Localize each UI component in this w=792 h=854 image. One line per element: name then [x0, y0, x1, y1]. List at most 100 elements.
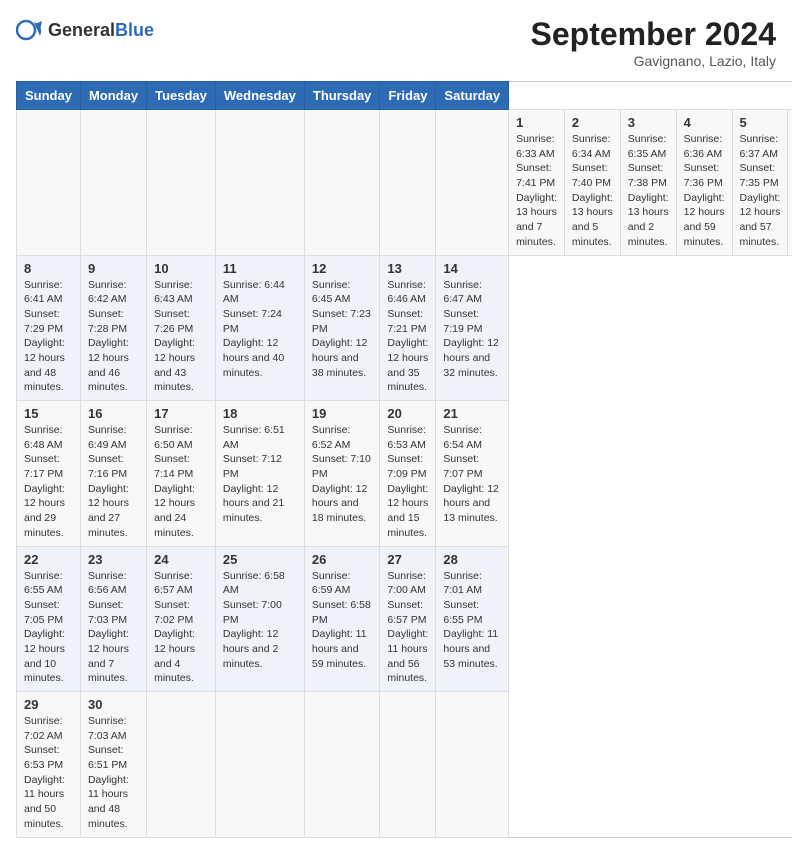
- daylight-label: Daylight: 11 hours and 50 minutes.: [24, 774, 65, 830]
- sunset-label: Sunset: 6:55 PM: [443, 599, 482, 626]
- table-row: 22 Sunrise: 6:55 AM Sunset: 7:05 PM Dayl…: [17, 546, 81, 692]
- sunrise-label: Sunrise: 6:49 AM: [88, 424, 127, 451]
- day-info: Sunrise: 6:43 AM Sunset: 7:26 PM Dayligh…: [154, 278, 208, 396]
- daylight-label: Daylight: 12 hours and 24 minutes.: [154, 483, 195, 539]
- sunset-label: Sunset: 7:26 PM: [154, 308, 193, 335]
- table-row: 30 Sunrise: 7:03 AM Sunset: 6:51 PM Dayl…: [80, 692, 146, 838]
- sunrise-label: Sunrise: 6:42 AM: [88, 279, 127, 306]
- daylight-label: Daylight: 11 hours and 53 minutes.: [443, 628, 498, 669]
- calendar-week-row: 15 Sunrise: 6:48 AM Sunset: 7:17 PM Dayl…: [17, 401, 792, 547]
- day-info: Sunrise: 6:47 AM Sunset: 7:19 PM Dayligh…: [443, 278, 501, 381]
- sunrise-label: Sunrise: 6:35 AM: [628, 133, 667, 160]
- calendar-week-row: 1 Sunrise: 6:33 AM Sunset: 7:41 PM Dayli…: [17, 110, 792, 256]
- table-row: [436, 692, 509, 838]
- sunset-label: Sunset: 7:02 PM: [154, 599, 193, 626]
- table-row: 16 Sunrise: 6:49 AM Sunset: 7:16 PM Dayl…: [80, 401, 146, 547]
- sunrise-label: Sunrise: 6:52 AM: [312, 424, 351, 451]
- day-number: 5: [740, 115, 781, 130]
- daylight-label: Daylight: 12 hours and 29 minutes.: [24, 483, 65, 539]
- day-number: 23: [88, 552, 139, 567]
- day-number: 11: [223, 261, 297, 276]
- day-info: Sunrise: 6:50 AM Sunset: 7:14 PM Dayligh…: [154, 423, 208, 541]
- day-info: Sunrise: 6:42 AM Sunset: 7:28 PM Dayligh…: [88, 278, 139, 396]
- daylight-label: Daylight: 12 hours and 35 minutes.: [387, 337, 428, 393]
- day-info: Sunrise: 6:58 AM Sunset: 7:00 PM Dayligh…: [223, 569, 297, 672]
- table-row: 17 Sunrise: 6:50 AM Sunset: 7:14 PM Dayl…: [147, 401, 216, 547]
- table-row: 26 Sunrise: 6:59 AM Sunset: 6:58 PM Dayl…: [304, 546, 380, 692]
- daylight-label: Daylight: 13 hours and 7 minutes.: [516, 192, 557, 248]
- sunset-label: Sunset: 7:12 PM: [223, 453, 282, 480]
- table-row: [80, 110, 146, 256]
- sunset-label: Sunset: 7:40 PM: [572, 162, 611, 189]
- table-row: 11 Sunrise: 6:44 AM Sunset: 7:24 PM Dayl…: [215, 255, 304, 401]
- day-info: Sunrise: 6:53 AM Sunset: 7:09 PM Dayligh…: [387, 423, 428, 541]
- calendar-header-row: Sunday Monday Tuesday Wednesday Thursday…: [17, 82, 792, 110]
- sunrise-label: Sunrise: 6:47 AM: [443, 279, 482, 306]
- daylight-label: Daylight: 11 hours and 48 minutes.: [88, 774, 129, 830]
- sunset-label: Sunset: 6:58 PM: [312, 599, 371, 626]
- table-row: 10 Sunrise: 6:43 AM Sunset: 7:26 PM Dayl…: [147, 255, 216, 401]
- table-row: 20 Sunrise: 6:53 AM Sunset: 7:09 PM Dayl…: [380, 401, 436, 547]
- sunset-label: Sunset: 7:16 PM: [88, 453, 127, 480]
- table-row: 29 Sunrise: 7:02 AM Sunset: 6:53 PM Dayl…: [17, 692, 81, 838]
- table-row: [147, 110, 216, 256]
- table-row: 21 Sunrise: 6:54 AM Sunset: 7:07 PM Dayl…: [436, 401, 509, 547]
- sunrise-label: Sunrise: 6:45 AM: [312, 279, 351, 306]
- day-number: 18: [223, 406, 297, 421]
- table-row: [304, 110, 380, 256]
- col-saturday: Saturday: [436, 82, 509, 110]
- day-number: 21: [443, 406, 501, 421]
- sunrise-label: Sunrise: 6:56 AM: [88, 570, 127, 597]
- sunrise-label: Sunrise: 6:54 AM: [443, 424, 482, 451]
- day-info: Sunrise: 6:33 AM Sunset: 7:41 PM Dayligh…: [516, 132, 557, 250]
- table-row: 27 Sunrise: 7:00 AM Sunset: 6:57 PM Dayl…: [380, 546, 436, 692]
- sunset-label: Sunset: 7:05 PM: [24, 599, 63, 626]
- col-thursday: Thursday: [304, 82, 380, 110]
- sunset-label: Sunset: 7:09 PM: [387, 453, 426, 480]
- sunset-label: Sunset: 7:36 PM: [684, 162, 723, 189]
- table-row: 19 Sunrise: 6:52 AM Sunset: 7:10 PM Dayl…: [304, 401, 380, 547]
- day-number: 2: [572, 115, 613, 130]
- daylight-label: Daylight: 12 hours and 18 minutes.: [312, 483, 367, 524]
- day-info: Sunrise: 6:59 AM Sunset: 6:58 PM Dayligh…: [312, 569, 373, 672]
- sunset-label: Sunset: 7:07 PM: [443, 453, 482, 480]
- sunrise-label: Sunrise: 7:03 AM: [88, 715, 127, 742]
- daylight-label: Daylight: 12 hours and 59 minutes.: [684, 192, 725, 248]
- sunset-label: Sunset: 7:19 PM: [443, 308, 482, 335]
- daylight-label: Daylight: 12 hours and 32 minutes.: [443, 337, 498, 378]
- day-number: 29: [24, 697, 73, 712]
- day-info: Sunrise: 7:02 AM Sunset: 6:53 PM Dayligh…: [24, 714, 73, 832]
- day-info: Sunrise: 6:45 AM Sunset: 7:23 PM Dayligh…: [312, 278, 373, 381]
- table-row: 23 Sunrise: 6:56 AM Sunset: 7:03 PM Dayl…: [80, 546, 146, 692]
- sunset-label: Sunset: 7:35 PM: [740, 162, 779, 189]
- day-number: 15: [24, 406, 73, 421]
- location-subtitle: Gavignano, Lazio, Italy: [531, 53, 776, 69]
- calendar-week-row: 8 Sunrise: 6:41 AM Sunset: 7:29 PM Dayli…: [17, 255, 792, 401]
- sunrise-label: Sunrise: 6:34 AM: [572, 133, 611, 160]
- table-row: 24 Sunrise: 6:57 AM Sunset: 7:02 PM Dayl…: [147, 546, 216, 692]
- day-number: 25: [223, 552, 297, 567]
- daylight-label: Daylight: 13 hours and 5 minutes.: [572, 192, 613, 248]
- day-info: Sunrise: 6:36 AM Sunset: 7:36 PM Dayligh…: [684, 132, 725, 250]
- table-row: 14 Sunrise: 6:47 AM Sunset: 7:19 PM Dayl…: [436, 255, 509, 401]
- daylight-label: Daylight: 12 hours and 27 minutes.: [88, 483, 129, 539]
- daylight-label: Daylight: 12 hours and 43 minutes.: [154, 337, 195, 393]
- table-row: 28 Sunrise: 7:01 AM Sunset: 6:55 PM Dayl…: [436, 546, 509, 692]
- table-row: 3 Sunrise: 6:35 AM Sunset: 7:38 PM Dayli…: [620, 110, 676, 256]
- day-number: 14: [443, 261, 501, 276]
- sunrise-label: Sunrise: 6:58 AM: [223, 570, 285, 597]
- table-row: 1 Sunrise: 6:33 AM Sunset: 7:41 PM Dayli…: [509, 110, 565, 256]
- day-number: 13: [387, 261, 428, 276]
- daylight-label: Daylight: 12 hours and 13 minutes.: [443, 483, 498, 524]
- day-info: Sunrise: 6:57 AM Sunset: 7:02 PM Dayligh…: [154, 569, 208, 687]
- day-number: 28: [443, 552, 501, 567]
- table-row: [304, 692, 380, 838]
- day-number: 30: [88, 697, 139, 712]
- day-info: Sunrise: 7:00 AM Sunset: 6:57 PM Dayligh…: [387, 569, 428, 687]
- sunset-label: Sunset: 7:03 PM: [88, 599, 127, 626]
- daylight-label: Daylight: 12 hours and 57 minutes.: [740, 192, 781, 248]
- table-row: 12 Sunrise: 6:45 AM Sunset: 7:23 PM Dayl…: [304, 255, 380, 401]
- daylight-label: Daylight: 11 hours and 59 minutes.: [312, 628, 367, 669]
- day-info: Sunrise: 6:51 AM Sunset: 7:12 PM Dayligh…: [223, 423, 297, 526]
- logo-text: GeneralBlue: [48, 20, 154, 41]
